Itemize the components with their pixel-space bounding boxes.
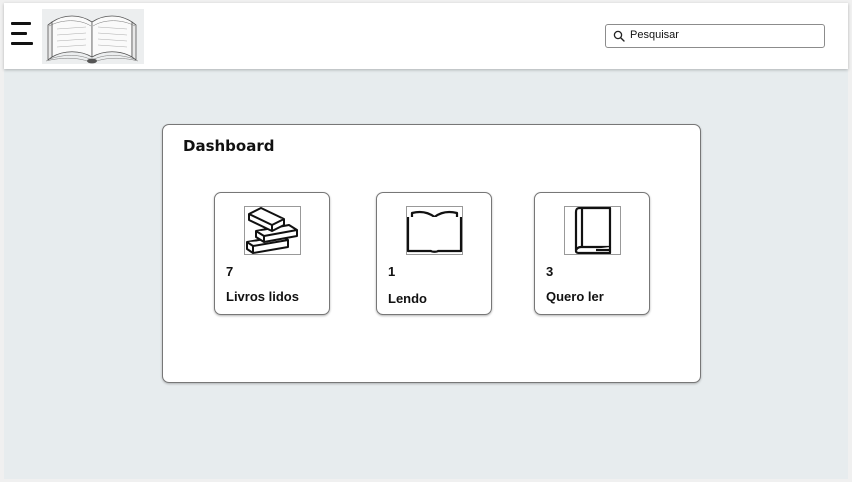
books-read-label: Livros lidos bbox=[226, 289, 299, 304]
top-bar bbox=[4, 3, 848, 69]
search-input[interactable] bbox=[630, 26, 815, 44]
dashboard-panel: Dashboard 7 Livros lidos 1 Lendo 3 Quero… bbox=[162, 124, 701, 383]
app-frame: Dashboard 7 Livros lidos bbox=[4, 3, 848, 479]
card-want-to-read[interactable]: 3 Quero ler bbox=[534, 192, 650, 315]
hamburger-menu-icon[interactable] bbox=[11, 22, 35, 46]
book-stack-icon bbox=[244, 206, 301, 255]
open-book-logo bbox=[42, 9, 144, 64]
books-read-count: 7 bbox=[226, 264, 234, 279]
page-title: Dashboard bbox=[183, 137, 275, 155]
search-box[interactable] bbox=[605, 24, 825, 48]
open-book-icon bbox=[406, 206, 463, 255]
closed-book-icon bbox=[564, 206, 621, 255]
card-reading[interactable]: 1 Lendo bbox=[376, 192, 492, 315]
search-icon bbox=[613, 30, 625, 42]
card-books-read[interactable]: 7 Livros lidos bbox=[214, 192, 330, 315]
want-to-read-label: Quero ler bbox=[546, 289, 604, 304]
reading-count: 1 bbox=[388, 264, 396, 279]
reading-label: Lendo bbox=[388, 291, 427, 306]
want-to-read-count: 3 bbox=[546, 264, 554, 279]
